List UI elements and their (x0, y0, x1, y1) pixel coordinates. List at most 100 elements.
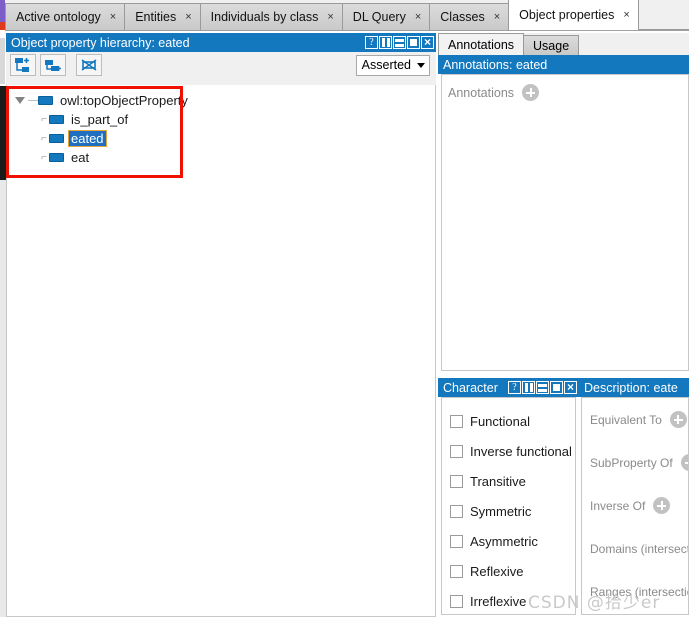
tab-dl-query[interactable]: DL Query × (341, 3, 431, 30)
description-subproperty-of[interactable]: SubProperty Of (582, 441, 688, 484)
tree-item-label: owl:topObjectProperty (60, 93, 188, 108)
annotations-usage-tab-bar: Annotations Usage (438, 33, 689, 55)
hierarchy-panel-header: Object property hierarchy: eated (6, 33, 436, 52)
view-mode-select[interactable]: Asserted (355, 54, 430, 76)
tab-active-ontology[interactable]: Active ontology × (5, 3, 126, 30)
characteristic-inverse-functional[interactable]: Inverse functional (442, 436, 575, 466)
help-icon[interactable] (365, 36, 378, 49)
add-annotation-icon[interactable] (522, 84, 540, 101)
tab-close-icon[interactable]: × (110, 11, 116, 23)
vsplit-icon[interactable] (522, 381, 535, 394)
characteristic-asymmetric[interactable]: Asymmetric (442, 526, 575, 556)
description-label: Domains (intersection (590, 541, 688, 556)
characteristic-label: Asymmetric (470, 533, 538, 549)
hierarchy-panel-title: Object property hierarchy: eated (11, 35, 190, 50)
tree-connector: ⌐ (41, 114, 47, 125)
checkbox[interactable] (450, 564, 463, 578)
view-mode-value: Asserted (361, 58, 411, 72)
characteristic-functional[interactable]: Functional (442, 406, 575, 436)
description-panel-header: Description: eate (579, 378, 689, 397)
tree-item-eat[interactable]: ⌐ eat (15, 148, 435, 167)
maximize-icon[interactable] (407, 36, 420, 49)
description-label: Ranges (intersection (590, 584, 688, 599)
characteristic-irreflexive[interactable]: Irreflexive (442, 586, 575, 616)
description-equivalent-to[interactable]: Equivalent To (582, 398, 688, 441)
tab-label: DL Query (352, 10, 406, 24)
characteristic-reflexive[interactable]: Reflexive (442, 556, 575, 586)
annotations-panel-header: Annotations: eated (438, 55, 689, 74)
characteristic-label: Transitive (470, 473, 526, 489)
add-sub-property-button[interactable] (10, 54, 36, 76)
expand-collapse-icon[interactable] (15, 97, 25, 104)
checkbox[interactable] (450, 504, 463, 518)
tab-close-icon[interactable]: × (415, 11, 421, 23)
checkbox[interactable] (450, 414, 463, 428)
add-sub-property-icon (15, 58, 29, 72)
characteristics-panel-title: Character (443, 380, 498, 395)
tab-usage[interactable]: Usage (523, 35, 580, 55)
description-domains[interactable]: Domains (intersection (582, 527, 688, 570)
tree-root: — owl:topObjectProperty ⌐ is_part_of ⌐ e… (7, 85, 435, 167)
description-ranges[interactable]: Ranges (intersection (582, 570, 688, 613)
sub-tab-filler (578, 35, 689, 55)
tab-classes[interactable]: Classes × (429, 3, 510, 30)
hierarchy-window-buttons (365, 36, 436, 49)
delete-property-button[interactable] (76, 54, 102, 76)
tab-individuals-by-class[interactable]: Individuals by class × (199, 3, 343, 30)
description-label: SubProperty Of (590, 455, 673, 470)
add-sibling-property-button[interactable] (40, 54, 66, 76)
tree-item-is-part-of[interactable]: ⌐ is_part_of (15, 110, 435, 129)
characteristic-label: Inverse functional (470, 443, 572, 459)
annotations-list[interactable]: Annotations (441, 74, 689, 371)
annotations-add-label: Annotations (448, 85, 515, 100)
tab-annotations[interactable]: Annotations (438, 33, 525, 55)
tree-item-label: is_part_of (71, 112, 129, 127)
characteristic-label: Symmetric (470, 503, 532, 519)
checkbox[interactable] (450, 444, 463, 458)
hsplit-icon[interactable] (536, 381, 549, 394)
maximize-icon[interactable] (550, 381, 563, 394)
description-inverse-of[interactable]: Inverse Of (582, 484, 688, 527)
tab-bar-filler (637, 3, 689, 30)
tree-connector: ⌐ (41, 152, 47, 163)
tab-object-properties[interactable]: Object properties × (508, 0, 639, 30)
add-subproperty-of-icon[interactable] (680, 454, 688, 471)
characteristics-panel-header: Character (438, 378, 579, 397)
tree-item-label-selected: eated (68, 130, 107, 147)
tab-close-icon[interactable]: × (494, 11, 500, 23)
bottom-panels-row: Character Functional (438, 378, 689, 617)
property-tree[interactable]: — owl:topObjectProperty ⌐ is_part_of ⌐ e… (6, 85, 436, 617)
characteristic-symmetric[interactable]: Symmetric (442, 496, 575, 526)
hsplit-icon[interactable] (393, 36, 406, 49)
tree-connector: — (28, 95, 38, 106)
add-equivalent-to-icon[interactable] (669, 411, 687, 428)
characteristic-transitive[interactable]: Transitive (442, 466, 575, 496)
checkbox[interactable] (450, 594, 463, 608)
tree-item-owl-topobjectproperty[interactable]: — owl:topObjectProperty (15, 91, 435, 110)
tab-close-icon[interactable]: × (185, 11, 191, 23)
characteristics-list: Functional Inverse functional Transitive… (441, 397, 576, 615)
main-tab-bar: Active ontology × Entities × Individuals… (5, 0, 689, 31)
checkbox[interactable] (450, 534, 463, 548)
vsplit-icon[interactable] (379, 36, 392, 49)
sub-tab-label: Usage (533, 38, 570, 53)
description-label: Inverse Of (590, 498, 646, 513)
tab-close-icon[interactable]: × (623, 9, 629, 21)
characteristics-panel: Character Functional (438, 378, 579, 617)
close-icon[interactable] (421, 36, 434, 49)
tab-close-icon[interactable]: × (327, 11, 333, 23)
characteristic-label: Irreflexive (470, 593, 527, 609)
object-property-hierarchy-panel: Object property hierarchy: eated ? × Ass… (6, 33, 436, 617)
tree-item-eated[interactable]: ⌐ eated (15, 129, 435, 148)
object-property-icon (49, 153, 64, 162)
tab-label: Entities (135, 10, 177, 24)
close-icon[interactable] (564, 381, 577, 394)
object-property-icon (49, 115, 64, 124)
checkbox[interactable] (450, 474, 463, 488)
protege-window: Active ontology × Entities × Individuals… (0, 0, 689, 617)
help-icon[interactable] (508, 381, 521, 394)
tab-entities[interactable]: Entities × (124, 3, 201, 30)
annotations-add-row: Annotations (442, 75, 688, 101)
add-inverse-of-icon[interactable] (653, 497, 671, 514)
right-column: Annotations Usage Annotations: eated Ann… (438, 33, 689, 617)
